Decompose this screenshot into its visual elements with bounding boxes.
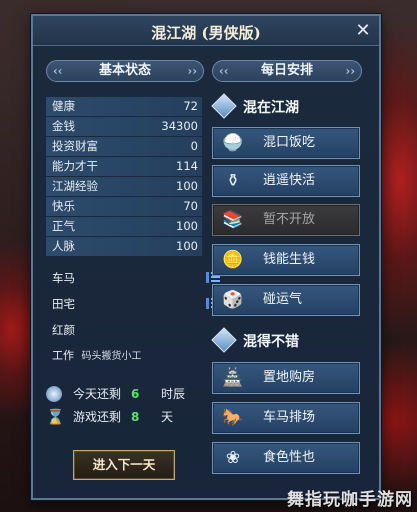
stats-list: 健康 72 金钱 34300 投资财富 0 能力才干 114 江湖经验 100 …	[46, 97, 202, 257]
title-bar: 混江湖 (男侠版) ✕	[33, 16, 379, 46]
action-button-eat[interactable]: 🍚 混口饭吃	[212, 127, 360, 159]
dice-icon: 🎲	[222, 290, 244, 310]
asset-row-carriage: 车马	[52, 269, 222, 287]
daily-schedule-header: ‹‹ 每日安排 ››	[212, 60, 362, 82]
stat-row: 快乐 70	[46, 197, 202, 216]
flower-icon: ❀	[225, 448, 241, 468]
basic-status-header: ‹‹ 基本状态 ››	[46, 60, 204, 82]
stat-row: 投资财富 0	[46, 137, 202, 156]
stat-row: 健康 72	[46, 97, 202, 116]
books-icon: 📚	[222, 210, 244, 230]
game-panel: 混江湖 (男侠版) ✕ ‹‹ 基本状态 ›› ‹‹ 每日安排 ›› 健康 72 …	[31, 14, 381, 500]
bowl-icon: 🍚	[222, 133, 244, 153]
stat-row: 金钱 34300	[46, 117, 202, 136]
today-remaining-row: 今天还剩 6 时辰	[46, 384, 206, 404]
diamond-icon	[211, 327, 237, 353]
asset-row-property: 田宅	[52, 295, 222, 313]
action-button-buy-house[interactable]: 🏯 置地购房	[212, 362, 360, 394]
chevron-left-icon: ‹‹	[53, 64, 63, 78]
house-icon: 🏯	[222, 368, 244, 388]
action-button-romance[interactable]: ❀ 食色性也	[212, 442, 360, 474]
game-remaining-row: ⌛ 游戏还剩 8 天	[46, 408, 174, 426]
stat-row: 正气 100	[46, 217, 202, 236]
group-title-jianghu: 混在江湖	[211, 93, 361, 121]
horse-icon: 🐎	[222, 408, 244, 428]
action-button-locked: 📚 暂不开放	[212, 204, 360, 236]
next-day-button[interactable]: 进入下一天	[73, 450, 175, 480]
close-icon[interactable]: ✕	[353, 21, 373, 41]
coins-icon: 🪙	[222, 250, 244, 270]
chevron-right-icon: ››	[345, 64, 355, 78]
action-button-carriage[interactable]: 🐎 车马排场	[212, 402, 360, 434]
action-button-luck[interactable]: 🎲 碰运气	[212, 284, 360, 316]
group-title-doing-well: 混得不错	[211, 327, 361, 355]
chevron-left-icon: ‹‹	[219, 64, 229, 78]
action-button-leisure[interactable]: ⚱ 逍遥快活	[212, 165, 360, 197]
window-title: 混江湖 (男侠版)	[151, 24, 261, 42]
hourglass-icon: ⌛	[46, 408, 65, 426]
action-button-invest[interactable]: 🪙 钱能生钱	[212, 244, 360, 276]
stat-row: 能力才干 114	[46, 157, 202, 176]
watermark-text: 舞指玩咖手游网	[287, 490, 413, 510]
work-row: 工作 码头搬货小工	[52, 349, 142, 362]
diamond-icon	[211, 93, 237, 119]
asset-row-companion: 红颜	[52, 323, 75, 337]
stat-row: 江湖经验 100	[46, 177, 202, 196]
chevron-right-icon: ››	[187, 64, 197, 78]
clock-icon	[46, 386, 62, 402]
wine-jar-icon: ⚱	[225, 171, 241, 191]
stat-row: 人脉 100	[46, 237, 202, 256]
